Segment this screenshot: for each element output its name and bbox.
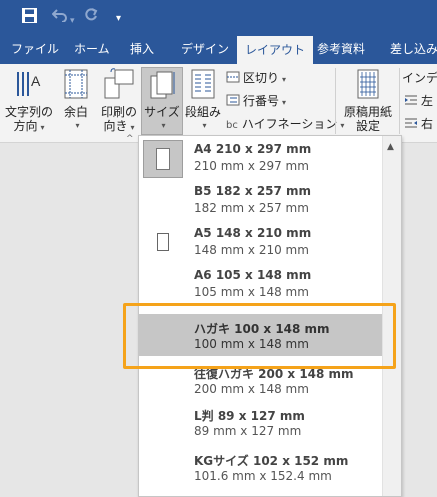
- size-option-a4[interactable]: A4 210 x 297 mm 210 mm x 297 mm: [139, 136, 382, 178]
- text-direction-label-1: 文字列の: [4, 105, 53, 119]
- indent-group-label: インデン: [402, 71, 437, 85]
- line-numbers-icon: [226, 94, 240, 106]
- tab-file[interactable]: ファイル: [11, 34, 59, 64]
- size-option-a5[interactable]: A5 148 x 210 mm 148 mm x 210 mm: [139, 220, 382, 262]
- tab-mailings[interactable]: 差し込み: [390, 34, 437, 64]
- columns-icon: [183, 68, 223, 103]
- tab-references[interactable]: 参考資料: [317, 34, 365, 64]
- tab-design[interactable]: デザイン: [181, 34, 229, 64]
- size-option-title: L判 89 x 127 mm: [194, 409, 305, 423]
- ribbon-layout: A 文字列の 方向 ▾ 余白 ▾ 印刷の 向き ▾ サイズ ▾ 段組み ▾ 区切…: [0, 64, 437, 144]
- columns-label: 段組み: [184, 105, 221, 119]
- manuscript-label-2: 設定: [355, 119, 380, 133]
- line-numbers-button[interactable]: 行番号 ▾: [226, 93, 286, 111]
- highlight-box: [123, 303, 396, 369]
- redo-icon[interactable]: [84, 8, 98, 26]
- ribbon-tabs: ファイル ホーム 挿入 デザイン レイアウト 参考資料 差し込み: [0, 34, 437, 64]
- hyphenation-button[interactable]: bc ハイフネーション ▾: [226, 116, 344, 134]
- size-option-dimensions: 105 mm x 148 mm: [194, 285, 309, 299]
- size-option-dimensions: 200 mm x 148 mm: [194, 382, 309, 396]
- orientation-label-1: 印刷の: [100, 105, 137, 119]
- size-option-b5[interactable]: B5 182 x 257 mm 182 mm x 257 mm: [139, 178, 382, 220]
- page-a4-icon: [143, 140, 183, 178]
- size-option-title: A5 148 x 210 mm: [194, 226, 312, 240]
- columns-button[interactable]: 段組み ▾: [183, 68, 223, 133]
- scroll-up-arrow-icon[interactable]: ▲: [387, 142, 394, 152]
- size-option-kg[interactable]: KGサイズ 102 x 152 mm 101.6 mm x 152.4 mm: [139, 446, 382, 488]
- margins-label: 余白: [63, 105, 88, 119]
- customize-qat-icon[interactable]: ▾: [116, 10, 121, 28]
- size-option-title: A6 105 x 148 mm: [194, 268, 312, 282]
- breaks-icon: [226, 71, 240, 83]
- indent-right-icon: [404, 117, 418, 129]
- size-label: サイズ: [144, 105, 180, 119]
- size-option-dimensions: 101.6 mm x 152.4 mm: [194, 469, 332, 483]
- tab-layout[interactable]: レイアウト: [237, 36, 314, 64]
- size-option-dimensions: 148 mm x 210 mm: [194, 243, 309, 257]
- orientation-button[interactable]: 印刷の 向き ▾: [99, 68, 139, 135]
- indent-left-icon: [404, 94, 418, 106]
- margins-dropdown-icon: ▾: [75, 121, 80, 130]
- size-option-dimensions: 89 mm x 127 mm: [194, 424, 302, 438]
- orientation-icon: [99, 68, 139, 103]
- size-option-title: A4 210 x 297 mm: [194, 142, 312, 156]
- manuscript-label-1: 原稿用紙: [343, 105, 392, 119]
- margins-button[interactable]: 余白 ▾: [58, 68, 94, 133]
- text-direction-button[interactable]: A 文字列の 方向 ▾: [4, 68, 54, 135]
- undo-icon[interactable]: [51, 8, 68, 26]
- size-option-title: KGサイズ 102 x 152 mm: [194, 454, 349, 468]
- size-button[interactable]: サイズ ▾: [141, 67, 183, 135]
- columns-dropdown-icon: ▾: [202, 121, 207, 130]
- svg-text:A: A: [31, 73, 41, 89]
- ribbon-separator-2: [399, 68, 400, 134]
- size-option-title: B5 182 x 257 mm: [194, 184, 312, 198]
- page-a5-icon: [157, 233, 169, 251]
- manuscript-settings-button[interactable]: 原稿用紙 設定: [340, 68, 396, 133]
- tab-insert[interactable]: 挿入: [130, 34, 154, 64]
- orientation-label-2: 向き ▾: [103, 119, 135, 133]
- undo-dropdown-icon[interactable]: ▾: [70, 12, 75, 30]
- size-icon: [142, 70, 182, 103]
- manuscript-icon: [340, 68, 396, 103]
- quick-access-toolbar: ▾ ▾: [0, 0, 437, 34]
- margins-icon: [58, 68, 94, 103]
- text-direction-icon: A: [4, 68, 54, 103]
- size-option-dimensions: 210 mm x 297 mm: [194, 159, 309, 173]
- save-icon[interactable]: [22, 8, 37, 27]
- indent-left[interactable]: 左: [404, 93, 433, 109]
- indent-right[interactable]: 右: [404, 116, 433, 132]
- size-option-dimensions: 182 mm x 257 mm: [194, 201, 309, 215]
- size-option-a6[interactable]: A6 105 x 148 mm 105 mm x 148 mm: [139, 262, 382, 304]
- breaks-button[interactable]: 区切り ▾: [226, 70, 286, 88]
- size-option-l-size[interactable]: L判 89 x 127 mm 89 mm x 127 mm: [139, 401, 382, 443]
- ribbon-separator: [335, 68, 336, 134]
- size-dropdown-icon: ▾: [161, 121, 166, 130]
- hyphenation-icon: bc: [226, 120, 238, 131]
- text-direction-label-2: 方向 ▾: [13, 119, 45, 133]
- tab-home[interactable]: ホーム: [74, 34, 110, 64]
